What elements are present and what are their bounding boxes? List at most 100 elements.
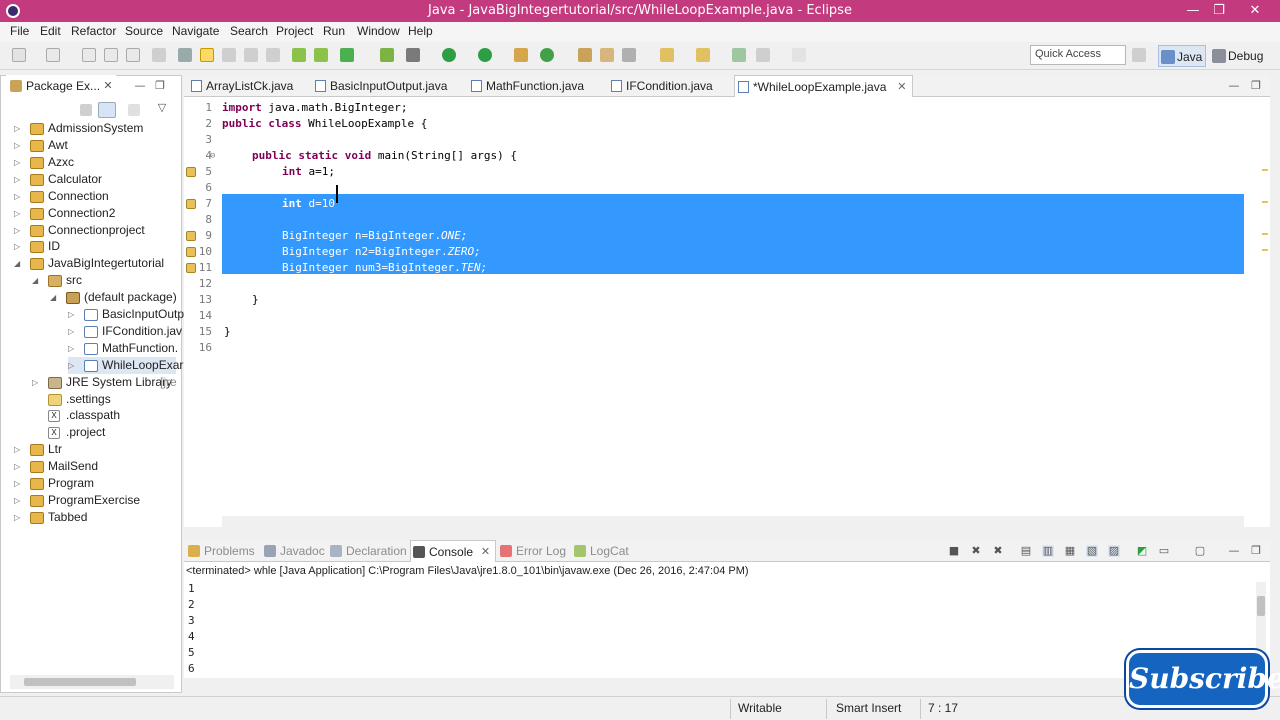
- tab-console[interactable]: Console ✕: [410, 540, 497, 563]
- minimize-console-icon[interactable]: —: [1228, 545, 1240, 557]
- tab-javadoc[interactable]: Javadoc: [262, 540, 325, 562]
- expand-icon[interactable]: ▷: [14, 492, 22, 509]
- remove-all-launches-icon[interactable]: ✖: [992, 545, 1004, 557]
- minimize-view-icon[interactable]: —: [134, 80, 146, 92]
- expand-icon[interactable]: ▷: [68, 357, 76, 374]
- menu-edit[interactable]: Edit: [40, 24, 61, 38]
- terminate-icon[interactable]: ■: [948, 545, 960, 557]
- close-button[interactable]: ✕: [1242, 2, 1268, 20]
- display-console-icon[interactable]: ▭: [1158, 545, 1170, 557]
- tab-error-log[interactable]: Error Log: [498, 540, 566, 562]
- tree-item-whileloopexample[interactable]: ▷ WhileLoopExar: [68, 357, 183, 374]
- run-icon[interactable]: [442, 48, 456, 62]
- maximize-button[interactable]: ❐: [1206, 2, 1232, 20]
- export-icon[interactable]: [314, 48, 328, 62]
- import-icon[interactable]: [292, 48, 306, 62]
- maximize-console-icon[interactable]: ❐: [1250, 545, 1262, 557]
- menu-file[interactable]: File: [10, 24, 29, 38]
- expand-icon[interactable]: ▷: [68, 340, 76, 357]
- link-with-editor-icon[interactable]: [98, 102, 116, 118]
- close-tab-icon[interactable]: ✕: [897, 76, 906, 98]
- warning-marker-icon[interactable]: [186, 247, 196, 257]
- new-icon[interactable]: [12, 48, 26, 62]
- debug-icon[interactable]: [406, 48, 420, 62]
- expand-icon[interactable]: ▷: [14, 137, 22, 154]
- clear-console-icon[interactable]: ▤: [1020, 545, 1032, 557]
- show-on-error-icon[interactable]: ▨: [1108, 545, 1120, 557]
- run-last-tool-icon[interactable]: [478, 48, 492, 62]
- show-on-output-icon[interactable]: ▧: [1086, 545, 1098, 557]
- subscribe-badge[interactable]: Subscribe: [1126, 650, 1280, 708]
- quick-access-input[interactable]: Quick Access: [1030, 45, 1126, 65]
- menu-search[interactable]: Search: [230, 24, 268, 38]
- collapse-icon[interactable]: ◢: [50, 289, 58, 306]
- warning-marker-icon[interactable]: [186, 199, 196, 209]
- open-perspective-icon[interactable]: [1132, 48, 1146, 62]
- back-icon[interactable]: [756, 48, 770, 62]
- new-java-project-icon[interactable]: [514, 48, 528, 62]
- collapse-icon[interactable]: ◢: [32, 272, 40, 289]
- editor-h-scrollbar[interactable]: [222, 516, 1244, 530]
- expand-icon[interactable]: ▷: [68, 306, 76, 323]
- menu-source[interactable]: Source: [125, 24, 163, 38]
- check-icon[interactable]: [340, 48, 354, 62]
- expand-icon[interactable]: ▷: [14, 458, 22, 475]
- warning-marker-icon[interactable]: [186, 263, 196, 273]
- debug-perspective-button[interactable]: Debug: [1210, 45, 1266, 67]
- minimize-editor-icon[interactable]: —: [1228, 80, 1240, 92]
- open-type-icon[interactable]: [178, 48, 192, 62]
- toggle-mark-occurrences-icon[interactable]: [200, 48, 214, 62]
- expand-icon[interactable]: ▷: [14, 441, 22, 458]
- print-icon[interactable]: [104, 48, 118, 62]
- expand-icon[interactable]: ▷: [14, 154, 22, 171]
- save-all-icon[interactable]: [82, 48, 96, 62]
- android-sdk-icon[interactable]: [380, 48, 394, 62]
- open-task-icon[interactable]: [578, 48, 592, 62]
- tab-basicinputoutput[interactable]: BasicInputOutput.java: [312, 75, 447, 97]
- overview-marker[interactable]: [1262, 169, 1268, 171]
- skip-breakpoints-icon[interactable]: [152, 48, 166, 62]
- menu-navigate[interactable]: Navigate: [172, 24, 219, 38]
- menu-refactor[interactable]: Refactor: [71, 24, 116, 38]
- expand-icon[interactable]: ▷: [14, 205, 22, 222]
- expand-icon[interactable]: ▷: [14, 171, 22, 188]
- code-editor[interactable]: 1 2 3 4 5 6 7 8 9 10 11 12 13 14 15 16 ⊖…: [184, 97, 1270, 527]
- expand-icon[interactable]: ▷: [32, 374, 40, 391]
- collapse-all-icon[interactable]: [80, 104, 92, 116]
- expand-icon[interactable]: ▷: [68, 323, 76, 340]
- expand-icon[interactable]: ▷: [14, 222, 22, 239]
- menu-run[interactable]: Run: [323, 24, 345, 38]
- focus-icon[interactable]: [128, 104, 140, 116]
- expand-icon[interactable]: ▷: [14, 120, 22, 137]
- menu-project[interactable]: Project: [276, 24, 313, 38]
- close-tab-icon[interactable]: ✕: [481, 541, 490, 563]
- view-menu-icon[interactable]: ▽: [156, 102, 168, 114]
- warning-marker-icon[interactable]: [186, 231, 196, 241]
- tab-arraylistck[interactable]: ArrayListCk.java: [188, 75, 293, 97]
- minimize-button[interactable]: —: [1180, 2, 1206, 20]
- tab-ifcondition[interactable]: IFCondition.java: [608, 75, 713, 97]
- maximize-view-icon[interactable]: ❐: [154, 80, 166, 92]
- expand-icon[interactable]: ▷: [14, 238, 22, 255]
- console-output[interactable]: <terminated> whle [Java Application] C:\…: [184, 562, 1270, 678]
- copy-icon[interactable]: [126, 48, 140, 62]
- tab-declaration[interactable]: Declaration: [328, 540, 407, 562]
- collapse-icon[interactable]: ◢: [14, 255, 22, 272]
- expand-icon[interactable]: ▷: [14, 509, 22, 526]
- scrollbar-thumb[interactable]: [24, 678, 136, 686]
- open-folder-icon[interactable]: [600, 48, 614, 62]
- last-edit-icon[interactable]: [732, 48, 746, 62]
- menu-help[interactable]: Help: [408, 24, 433, 38]
- expand-icon[interactable]: ▷: [14, 188, 22, 205]
- overview-marker[interactable]: [1262, 249, 1268, 251]
- maximize-editor-icon[interactable]: ❐: [1250, 80, 1262, 92]
- java-perspective-button[interactable]: Java: [1158, 45, 1206, 67]
- scroll-lock-icon[interactable]: ▥: [1042, 545, 1054, 557]
- package-explorer-h-scrollbar[interactable]: [10, 675, 174, 689]
- open-console-icon[interactable]: ▢: [1194, 545, 1206, 557]
- package-explorer-tab[interactable]: Package Ex...: [6, 75, 116, 97]
- pin-console-icon[interactable]: ◩: [1136, 545, 1148, 557]
- expand-icon[interactable]: ▷: [14, 475, 22, 492]
- show-whitespace-icon[interactable]: [244, 48, 258, 62]
- forward-icon[interactable]: [792, 48, 806, 62]
